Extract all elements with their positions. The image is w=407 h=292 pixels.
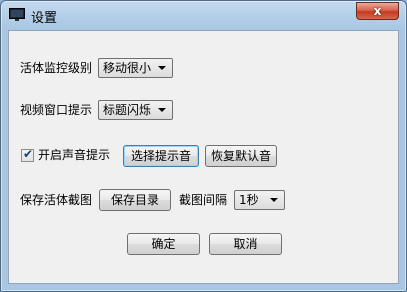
chevron-down-icon bbox=[158, 108, 166, 112]
sound-hint-checkbox[interactable]: ✔ bbox=[21, 147, 34, 162]
check-icon: ✔ bbox=[23, 147, 34, 161]
video-window-hint-value: 标题闪烁 bbox=[103, 103, 152, 117]
sound-hint-label[interactable]: 开启声音提示 bbox=[38, 148, 110, 162]
chevron-down-icon bbox=[270, 198, 278, 202]
restore-default-sound-button[interactable]: 恢复默认音 bbox=[205, 145, 277, 167]
choose-sound-button[interactable]: 选择提示音 bbox=[123, 145, 199, 167]
activity-level-select[interactable]: 移动很小 bbox=[98, 58, 173, 78]
cancel-button[interactable]: 取消 bbox=[209, 233, 282, 255]
window-title: 设置 bbox=[31, 11, 58, 26]
activity-level-label: 活体监控级别 bbox=[20, 61, 93, 75]
title-bar[interactable]: 设置 x bbox=[1, 1, 406, 29]
activity-level-value: 移动很小 bbox=[103, 61, 152, 75]
close-icon: x bbox=[373, 4, 382, 18]
screenshot-interval-label: 截图间隔 bbox=[179, 193, 228, 207]
settings-dialog: 设置 x 活体监控级别 移动很小 视频窗口提示 标题闪烁 ✔ 开启声音提示 选择… bbox=[0, 0, 407, 292]
save-directory-button[interactable]: 保存目录 bbox=[99, 189, 171, 211]
save-screenshot-label: 保存活体截图 bbox=[20, 193, 93, 207]
dialog-content: 活体监控级别 移动很小 视频窗口提示 标题闪烁 ✔ 开启声音提示 选择提示音 恢… bbox=[8, 30, 399, 284]
video-window-hint-label: 视频窗口提示 bbox=[20, 103, 93, 117]
monitor-icon bbox=[9, 8, 25, 21]
video-window-hint-select[interactable]: 标题闪烁 bbox=[98, 100, 173, 120]
ok-button[interactable]: 确定 bbox=[127, 233, 200, 255]
close-button[interactable]: x bbox=[356, 2, 399, 20]
screenshot-interval-value: 1秒 bbox=[239, 193, 259, 207]
screenshot-interval-select[interactable]: 1秒 bbox=[234, 190, 285, 210]
chevron-down-icon bbox=[158, 66, 166, 70]
